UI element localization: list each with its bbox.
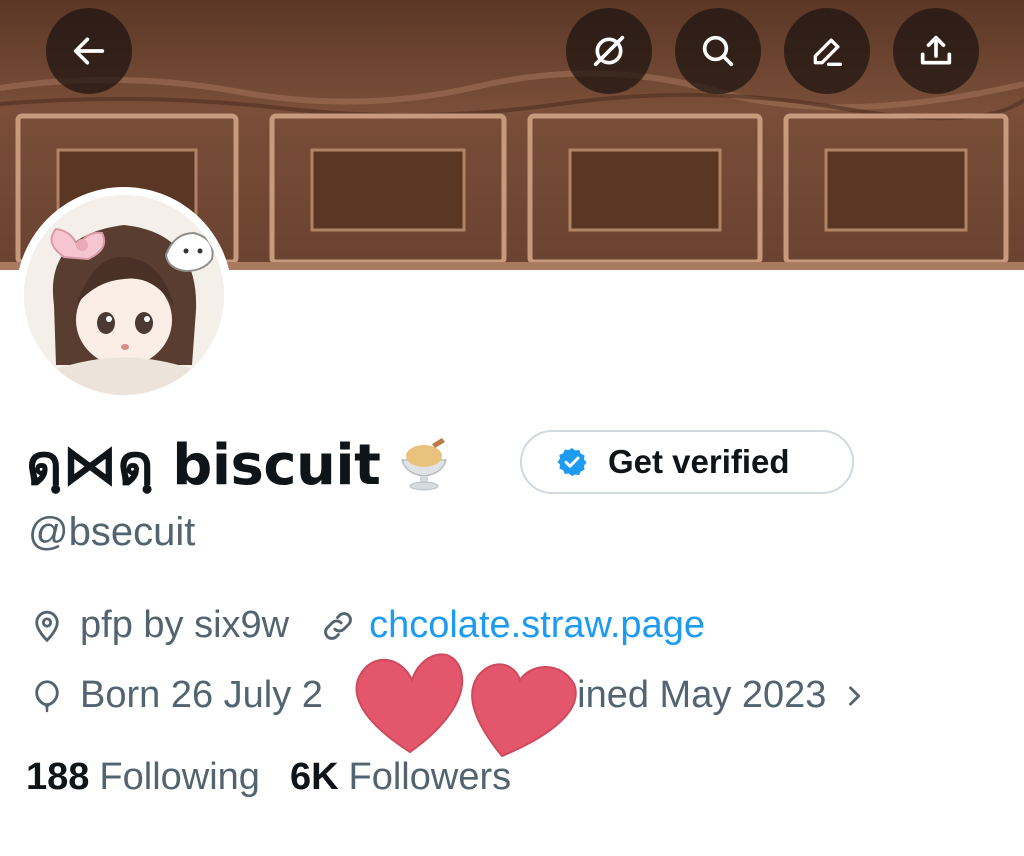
link-icon	[324, 611, 352, 640]
following-count: 188	[26, 756, 90, 798]
heart-stickers	[355, 653, 577, 758]
handle: @bsecuit	[28, 510, 196, 554]
sundae-icon	[401, 438, 448, 491]
slashed-circle-icon	[593, 35, 625, 67]
share-button[interactable]	[893, 8, 979, 94]
following-link[interactable]: 188 Following	[26, 756, 260, 799]
edit-button[interactable]	[784, 8, 870, 94]
get-verified-button[interactable]: Get verified	[520, 430, 854, 494]
avatar[interactable]	[16, 187, 232, 403]
arrow-left-icon	[73, 37, 105, 65]
location-pin-icon	[35, 610, 59, 642]
search-button[interactable]	[675, 8, 761, 94]
location-text: pfp by six9w	[80, 604, 290, 646]
joined-date: oined May 2023	[556, 674, 827, 716]
following-label: Following	[99, 756, 260, 798]
display-name: ดฺ⋈ดฺ biscuit	[26, 432, 381, 498]
get-verified-label: Get verified	[608, 443, 790, 480]
search-icon	[702, 35, 734, 67]
balloon-icon	[35, 679, 59, 712]
followers-link[interactable]: 6K Followers	[290, 756, 511, 799]
back-button[interactable]	[46, 8, 132, 94]
anime-girl-avatar-image	[24, 195, 224, 395]
meta-row-2: Born 26 July 2	[28, 674, 323, 717]
upload-icon	[920, 35, 952, 65]
grok-button[interactable]	[566, 8, 652, 94]
verified-badge-icon	[557, 448, 587, 476]
followers-label: Followers	[348, 756, 512, 798]
chevron-right-icon	[849, 685, 861, 706]
followers-count: 6K	[289, 756, 339, 798]
joined-date-row[interactable]: oined May 2023	[556, 674, 868, 717]
birth-date: Born 26 July 2	[80, 674, 323, 716]
follow-stats: 188 Following 6K Followers	[26, 756, 511, 799]
name-row: ดฺ⋈ดฺ biscuit	[26, 426, 454, 502]
pencil-icon	[813, 38, 842, 67]
